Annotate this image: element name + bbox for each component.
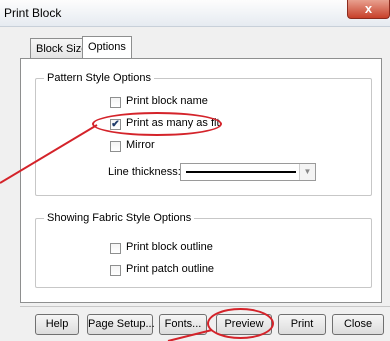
annotation-arrow-bottom	[167, 329, 213, 341]
annotation-arrow-left	[0, 124, 98, 184]
annotation-arrows	[0, 124, 213, 341]
